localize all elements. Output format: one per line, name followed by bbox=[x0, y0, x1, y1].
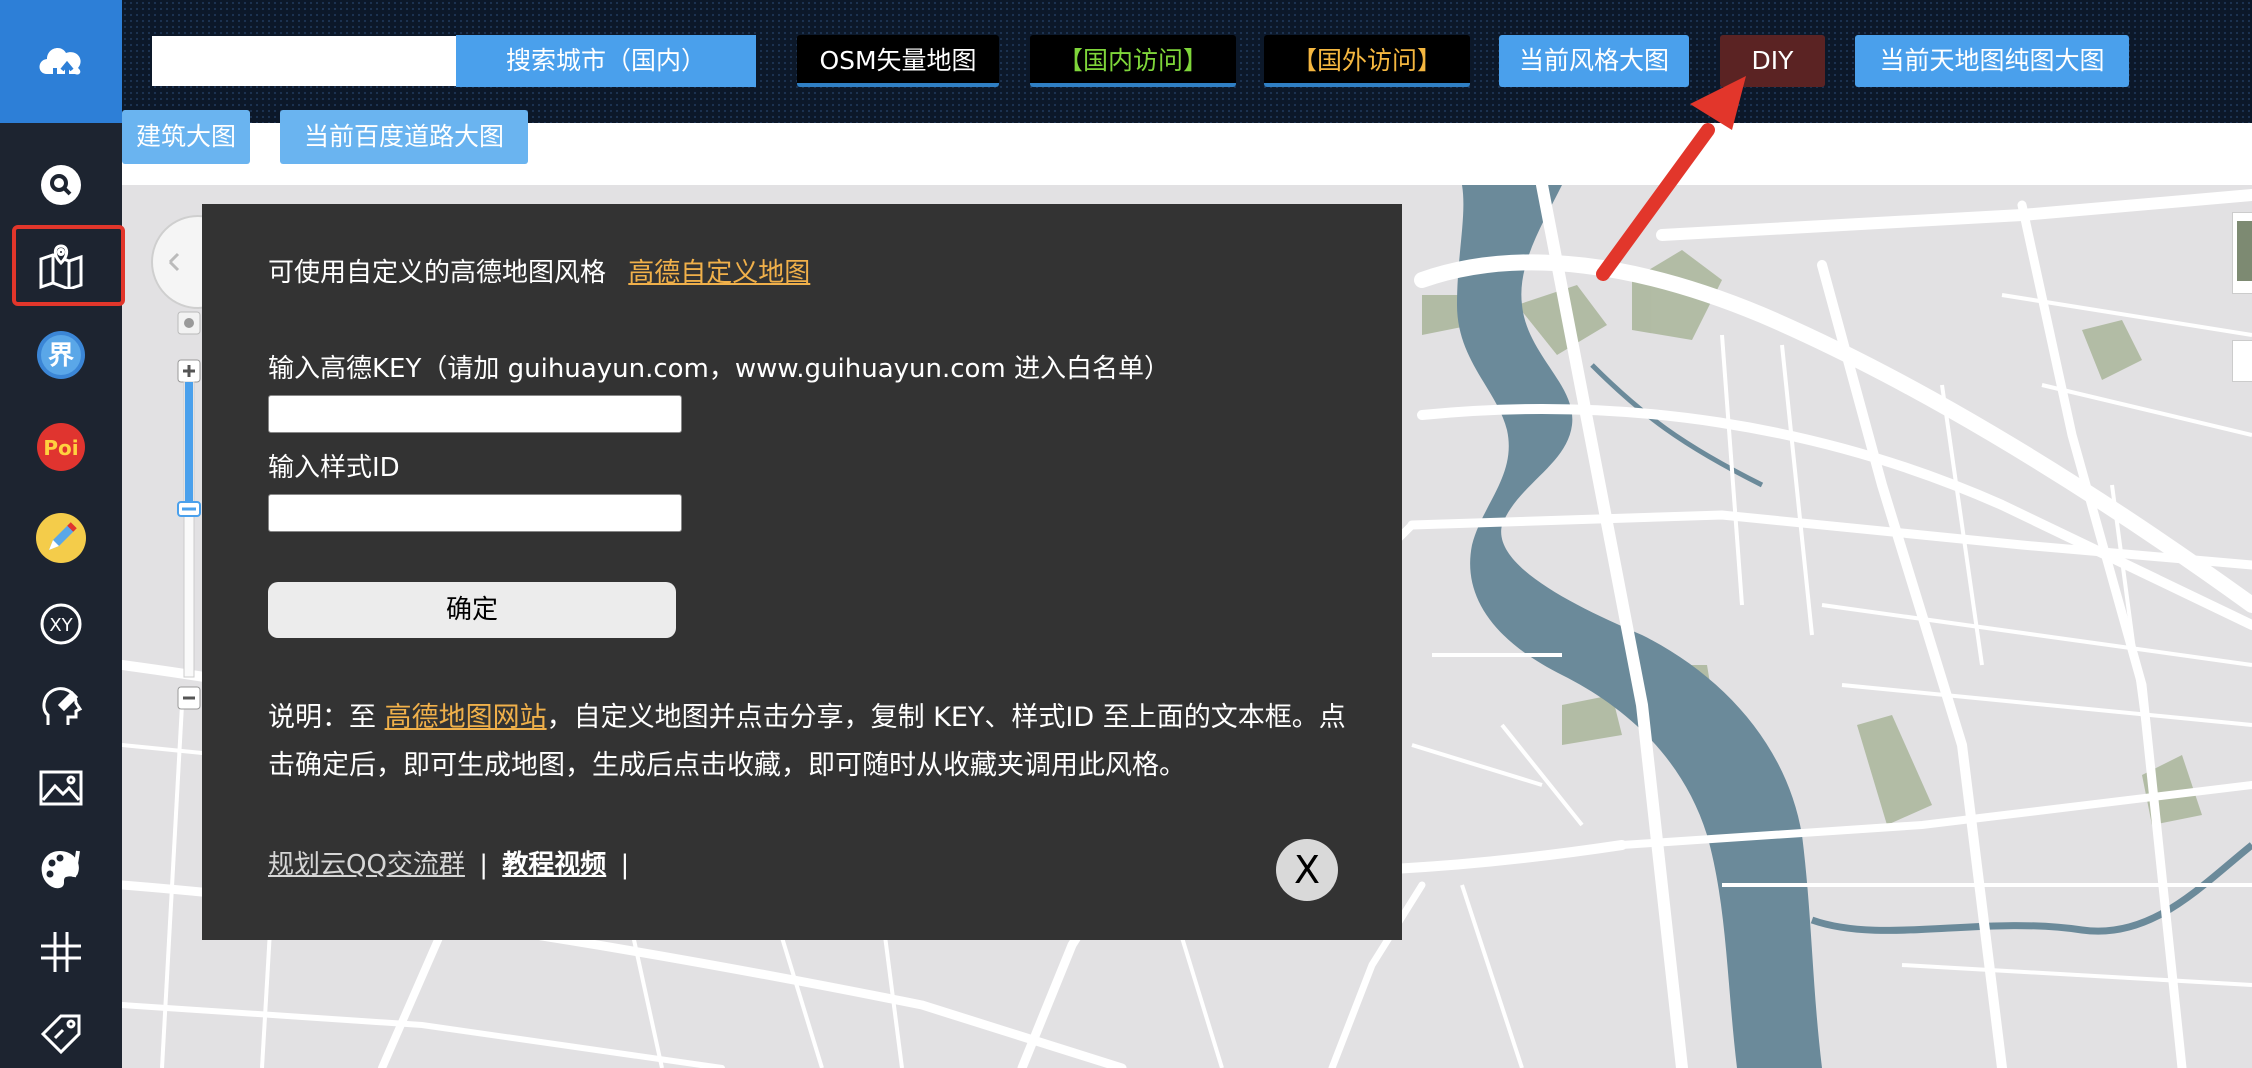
intro-text: 可使用自定义的高德地图风格 bbox=[268, 258, 607, 288]
map-type-thumbnail[interactable] bbox=[2232, 212, 2252, 294]
svg-text:XY: XY bbox=[49, 615, 73, 636]
style-id-input[interactable] bbox=[268, 494, 682, 532]
tag-icon[interactable] bbox=[31, 1004, 91, 1064]
style-id-label: 输入样式ID bbox=[268, 453, 400, 483]
search-icon[interactable] bbox=[31, 155, 91, 215]
diy-button[interactable]: DIY bbox=[1720, 35, 1825, 87]
map-icon[interactable] bbox=[31, 236, 91, 296]
footer-links: 规划云QQ交流群 | 教程视频 | bbox=[268, 844, 629, 881]
note-prefix: 说明：至 bbox=[268, 702, 385, 733]
confirm-button[interactable]: 确定 bbox=[268, 582, 676, 638]
separator: | bbox=[620, 850, 630, 880]
instructions-text: 说明：至 高德地图网站，自定义地图并点击分享，复制 KEY、样式ID 至上面的文… bbox=[268, 694, 1348, 790]
baidu-road-big-map-button[interactable]: 当前百度道路大图 bbox=[280, 110, 528, 164]
boundary-icon[interactable]: 界 bbox=[31, 325, 91, 385]
foreign-access-button[interactable]: 【国外访问】 bbox=[1264, 35, 1470, 87]
city-search-input[interactable] bbox=[152, 36, 456, 86]
poi-icon[interactable]: Poi bbox=[31, 417, 91, 477]
search-city-button[interactable]: 搜索城市（国内） bbox=[456, 35, 756, 87]
head-brush-icon[interactable] bbox=[31, 676, 91, 736]
key-label: 输入高德KEY（请加 guihuayun.com，www.guihuayun.c… bbox=[268, 354, 1171, 384]
osm-vector-map-button[interactable]: OSM矢量地图 bbox=[797, 35, 999, 87]
svg-text:Poi: Poi bbox=[43, 436, 78, 460]
separator: | bbox=[479, 850, 488, 880]
amap-key-input[interactable] bbox=[268, 395, 682, 433]
coordinate-icon[interactable]: XY bbox=[31, 594, 91, 654]
grid-lines-icon[interactable] bbox=[31, 922, 91, 982]
image-icon[interactable] bbox=[31, 758, 91, 818]
tianditu-big-map-button[interactable]: 当前天地图纯图大图 bbox=[1855, 35, 2129, 87]
map-side-control[interactable] bbox=[2232, 340, 2252, 382]
tutorial-video-link[interactable]: 教程视频 bbox=[502, 850, 606, 880]
intro-line: 可使用自定义的高德地图风格 高德自定义地图 bbox=[268, 252, 810, 289]
custom-style-dialog: 可使用自定义的高德地图风格 高德自定义地图 输入高德KEY（请加 guihuay… bbox=[202, 204, 1402, 940]
building-big-map-button[interactable]: 建筑大图 bbox=[122, 110, 250, 164]
domestic-access-button[interactable]: 【国内访问】 bbox=[1030, 35, 1236, 87]
pencil-icon[interactable] bbox=[31, 508, 91, 568]
amap-custom-map-link[interactable]: 高德自定义地图 bbox=[628, 258, 810, 288]
amap-website-link[interactable]: 高德地图网站 bbox=[385, 702, 547, 733]
close-button[interactable]: X bbox=[1276, 839, 1338, 901]
cloud-upload-icon bbox=[39, 47, 81, 87]
palette-icon[interactable] bbox=[31, 840, 91, 900]
qq-group-link[interactable]: 规划云QQ交流群 bbox=[268, 850, 465, 880]
app-logo[interactable] bbox=[0, 0, 122, 123]
svg-text:界: 界 bbox=[48, 341, 74, 371]
map-zoom-control[interactable] bbox=[150, 212, 245, 732]
current-style-big-map-button[interactable]: 当前风格大图 bbox=[1499, 35, 1689, 87]
left-sidebar: 界 Poi XY bbox=[0, 0, 125, 1068]
